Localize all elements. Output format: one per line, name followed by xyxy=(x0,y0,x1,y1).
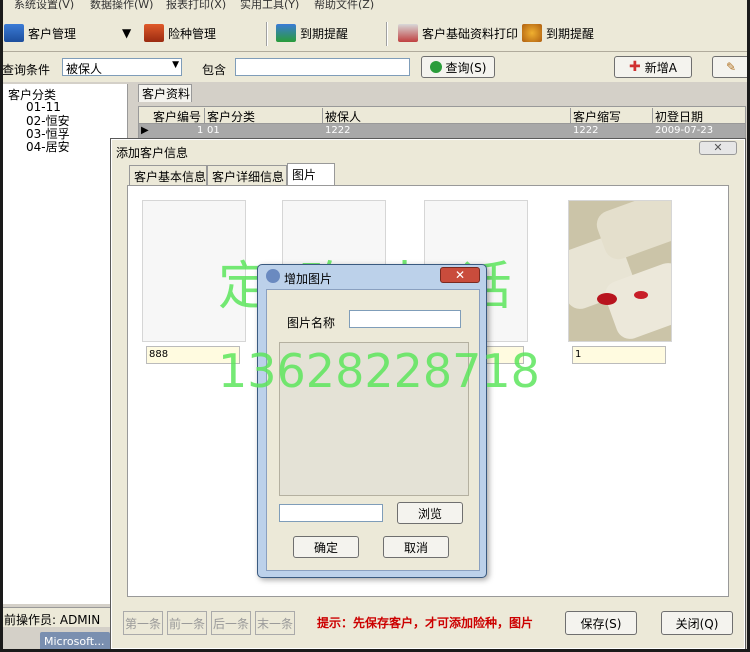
calendar-icon xyxy=(276,24,296,42)
first-record-button[interactable]: 第一条 xyxy=(123,611,163,635)
add-button[interactable]: ✚ 新增A xyxy=(614,56,692,78)
picture-name-label: 图片名称 xyxy=(287,316,336,330)
tab-basic-info[interactable]: 客户基本信息 xyxy=(129,165,207,185)
grid-header: 客户编号 客户分类 被保人 客户缩写 初登日期 xyxy=(139,107,745,124)
col-header[interactable]: 被保人 xyxy=(323,108,571,124)
save-button[interactable]: 保存(S) xyxy=(565,611,637,635)
insurance-mgmt-button[interactable]: 险种管理 xyxy=(144,22,216,44)
close-icon: ✕ xyxy=(713,141,723,154)
dialog-close-button[interactable]: ✕ xyxy=(440,267,480,283)
dialog-title: 增加图片 xyxy=(284,272,333,286)
shield-icon xyxy=(144,24,164,42)
row-pointer-icon: ▶ xyxy=(141,125,149,136)
edit-button[interactable]: ✎ xyxy=(712,56,750,78)
pencil-icon: ✎ xyxy=(725,60,737,74)
table-row[interactable]: ▶ 1 01 1222 1222 2009-07-23 xyxy=(139,124,745,138)
last-record-button[interactable]: 末一条 xyxy=(255,611,295,635)
contains-label: 包含 xyxy=(202,63,227,77)
query-row: 查询条件 被保人 ▼ 包含 查询(S) ✚ 新增A ✎ xyxy=(0,52,750,82)
menu-tools[interactable]: 实用工具(Y) xyxy=(240,0,299,12)
prev-record-button[interactable]: 前一条 xyxy=(167,611,207,635)
menu-help[interactable]: 帮助文件(Z) xyxy=(314,0,374,12)
status-bar: 前操作员: ADMIN xyxy=(0,607,112,627)
printer-icon xyxy=(398,24,418,42)
next-record-button[interactable]: 后一条 xyxy=(211,611,251,635)
people-icon xyxy=(522,24,542,42)
hint-text: 提示：先保存客户，才可添加险种，图片 xyxy=(317,616,534,630)
browse-button[interactable]: 浏览 xyxy=(397,502,463,524)
query-label: 查询条件 xyxy=(2,63,51,77)
app-icon xyxy=(266,269,280,283)
tab-pictures[interactable]: 图片 xyxy=(287,163,335,185)
dropdown-toggle[interactable]: ▼ xyxy=(122,22,131,44)
tree-item[interactable]: 04-居安 xyxy=(26,138,70,155)
menu-data[interactable]: 数据操作(W) xyxy=(90,0,153,12)
customer-mgmt-button[interactable]: 客户管理 xyxy=(4,22,76,44)
query-field-select[interactable]: 被保人 ▼ xyxy=(62,58,182,76)
search-input[interactable] xyxy=(235,58,410,76)
chevron-down-icon: ▼ xyxy=(172,60,179,70)
search-icon xyxy=(429,61,442,73)
toolbar-separator xyxy=(386,22,388,46)
photo-slot[interactable] xyxy=(568,200,672,342)
picture-name-input[interactable] xyxy=(349,310,461,328)
category-tree: 客户分类 01-11 02-恒安 03-恒孚 04-居安 xyxy=(0,84,128,604)
print-basic-button[interactable]: 客户基础资料打印 xyxy=(398,22,518,44)
close-button[interactable]: 关闭(Q) xyxy=(661,611,733,635)
col-header[interactable]: 客户编号 xyxy=(151,108,205,124)
col-header[interactable]: 客户缩写 xyxy=(571,108,653,124)
tab-detail-info[interactable]: 客户详细信息 xyxy=(207,165,287,185)
cancel-button[interactable]: 取消 xyxy=(383,536,449,558)
add-picture-dialog: 增加图片 ✕ 图片名称 浏览 确定 取消 xyxy=(257,264,487,578)
close-icon: ✕ xyxy=(454,268,466,282)
card-icon xyxy=(4,24,24,42)
add-picture-body: 图片名称 浏览 确定 取消 xyxy=(266,289,480,571)
menu-bar: 系统设置(V) 数据操作(W) 报表打印(X) 实用工具(Y) 帮助文件(Z) xyxy=(0,0,750,14)
col-header[interactable]: 初登日期 xyxy=(653,108,745,124)
menu-system[interactable]: 系统设置(V) xyxy=(14,0,74,12)
col-header[interactable]: 客户分类 xyxy=(205,108,323,124)
due-reminder-button[interactable]: 到期提醒 xyxy=(276,22,348,44)
search-button[interactable]: 查询(S) xyxy=(421,56,495,78)
toolbar: 客户管理 ▼ 险种管理 到期提醒 客户基础资料打印 到期提醒 xyxy=(0,14,750,52)
toolbar-separator xyxy=(266,22,268,46)
photo-name-field[interactable]: 1 xyxy=(572,346,666,364)
picture-path-input[interactable] xyxy=(279,504,383,522)
dialog-title: 添加客户信息 xyxy=(116,146,189,160)
due-reminder-button-2[interactable]: 到期提醒 xyxy=(522,22,594,44)
watermark-line-2: 13628228718 xyxy=(218,344,540,398)
plus-icon: ✚ xyxy=(629,59,641,75)
dialog-close-button[interactable]: ✕ xyxy=(699,141,737,155)
ok-button[interactable]: 确定 xyxy=(293,536,359,558)
taskbar-item[interactable]: Microsoft... xyxy=(40,632,110,652)
caret-down-icon: ▼ xyxy=(122,26,132,40)
tab-customer-data[interactable]: 客户资料 xyxy=(138,84,192,102)
photo-thumbnail xyxy=(569,201,671,341)
menu-report[interactable]: 报表打印(X) xyxy=(166,0,226,12)
